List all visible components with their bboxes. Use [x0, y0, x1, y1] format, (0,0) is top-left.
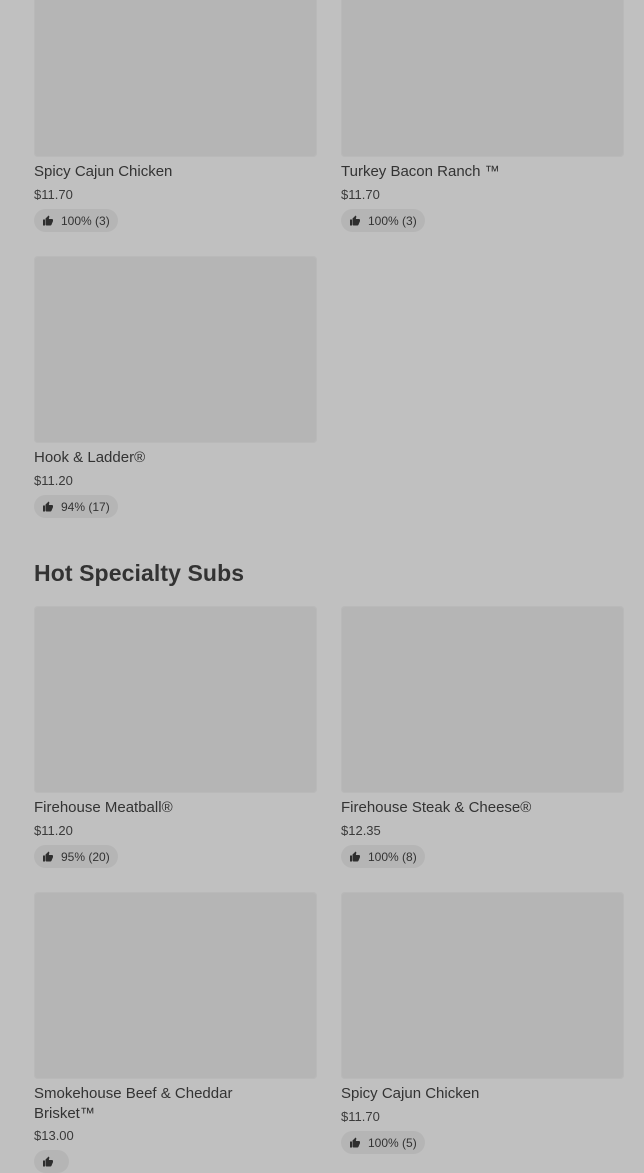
item-title: Spicy Cajun Chicken: [34, 163, 173, 180]
item-price: $11.20: [34, 823, 73, 838]
section-title-hot-specialty-subs: Hot Specialty Subs: [34, 560, 245, 586]
thumbs-up-icon: [42, 1156, 54, 1168]
item-image: [341, 606, 624, 793]
item-title: Firehouse Meatball®: [34, 799, 173, 816]
item-price: $13.00: [34, 1128, 74, 1143]
thumbs-up-icon: [42, 501, 54, 513]
thumbs-up-icon: [349, 851, 361, 863]
rating-text: 100% (3): [368, 213, 417, 228]
item-price: $12.35: [341, 823, 381, 838]
thumbs-up-icon: [349, 1137, 361, 1149]
rating-badge: 94% (17): [34, 495, 118, 518]
rating-badge: 100% (3): [34, 209, 118, 232]
item-image: [34, 0, 317, 157]
rating-text: 100% (5): [368, 1135, 417, 1150]
rating-badge: 100% (8): [341, 845, 425, 868]
item-title: Firehouse Steak & Cheese®: [341, 799, 532, 816]
item-price: $11.70: [341, 187, 380, 202]
item-image: [34, 606, 317, 793]
item-title: Smokehouse Beef & Cheddar Brisket™: [34, 1085, 233, 1122]
thumbs-up-icon: [349, 215, 361, 227]
rating-badge: [34, 1150, 69, 1173]
item-image: [341, 892, 624, 1079]
thumbs-up-icon: [42, 851, 54, 863]
rating-text: 95% (20): [61, 849, 110, 864]
item-image: [341, 0, 624, 157]
rating-badge: 100% (5): [341, 1131, 425, 1154]
item-image: [34, 892, 317, 1079]
thumbs-up-icon: [42, 215, 54, 227]
item-image: [34, 256, 317, 443]
item-title: Turkey Bacon Ranch ™: [341, 163, 500, 180]
item-title: Spicy Cajun Chicken: [341, 1085, 480, 1102]
menu-page: Spicy Cajun Chicken $11.70 100% (3) Turk…: [0, 0, 644, 1173]
rating-text: 100% (3): [61, 213, 110, 228]
item-price: $11.20: [34, 473, 73, 488]
item-title: Hook & Ladder®: [34, 449, 146, 466]
rating-badge: 95% (20): [34, 845, 118, 868]
item-price: $11.70: [34, 187, 73, 202]
rating-text: 94% (17): [61, 499, 110, 514]
rating-badge: 100% (3): [341, 209, 425, 232]
item-price: $11.70: [341, 1109, 380, 1124]
rating-text: 100% (8): [368, 849, 417, 864]
